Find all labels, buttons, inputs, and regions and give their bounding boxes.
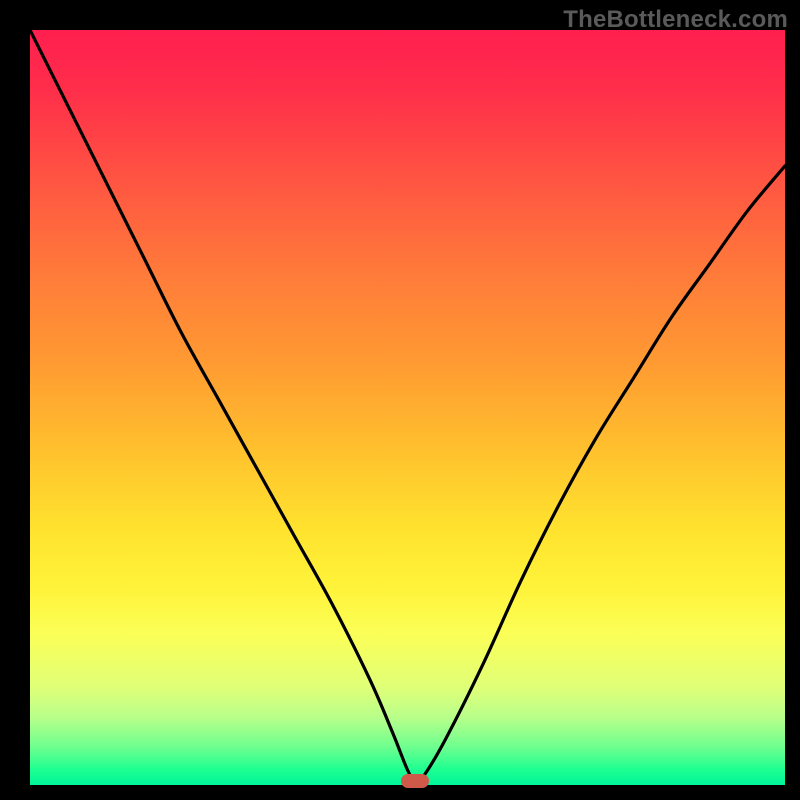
- plot-area: [30, 30, 785, 785]
- bottleneck-curve: [30, 30, 785, 782]
- curve-svg: [30, 30, 785, 785]
- chart-container: TheBottleneck.com: [0, 0, 800, 800]
- watermark-label: TheBottleneck.com: [563, 6, 788, 34]
- optimal-point-marker: [401, 774, 429, 788]
